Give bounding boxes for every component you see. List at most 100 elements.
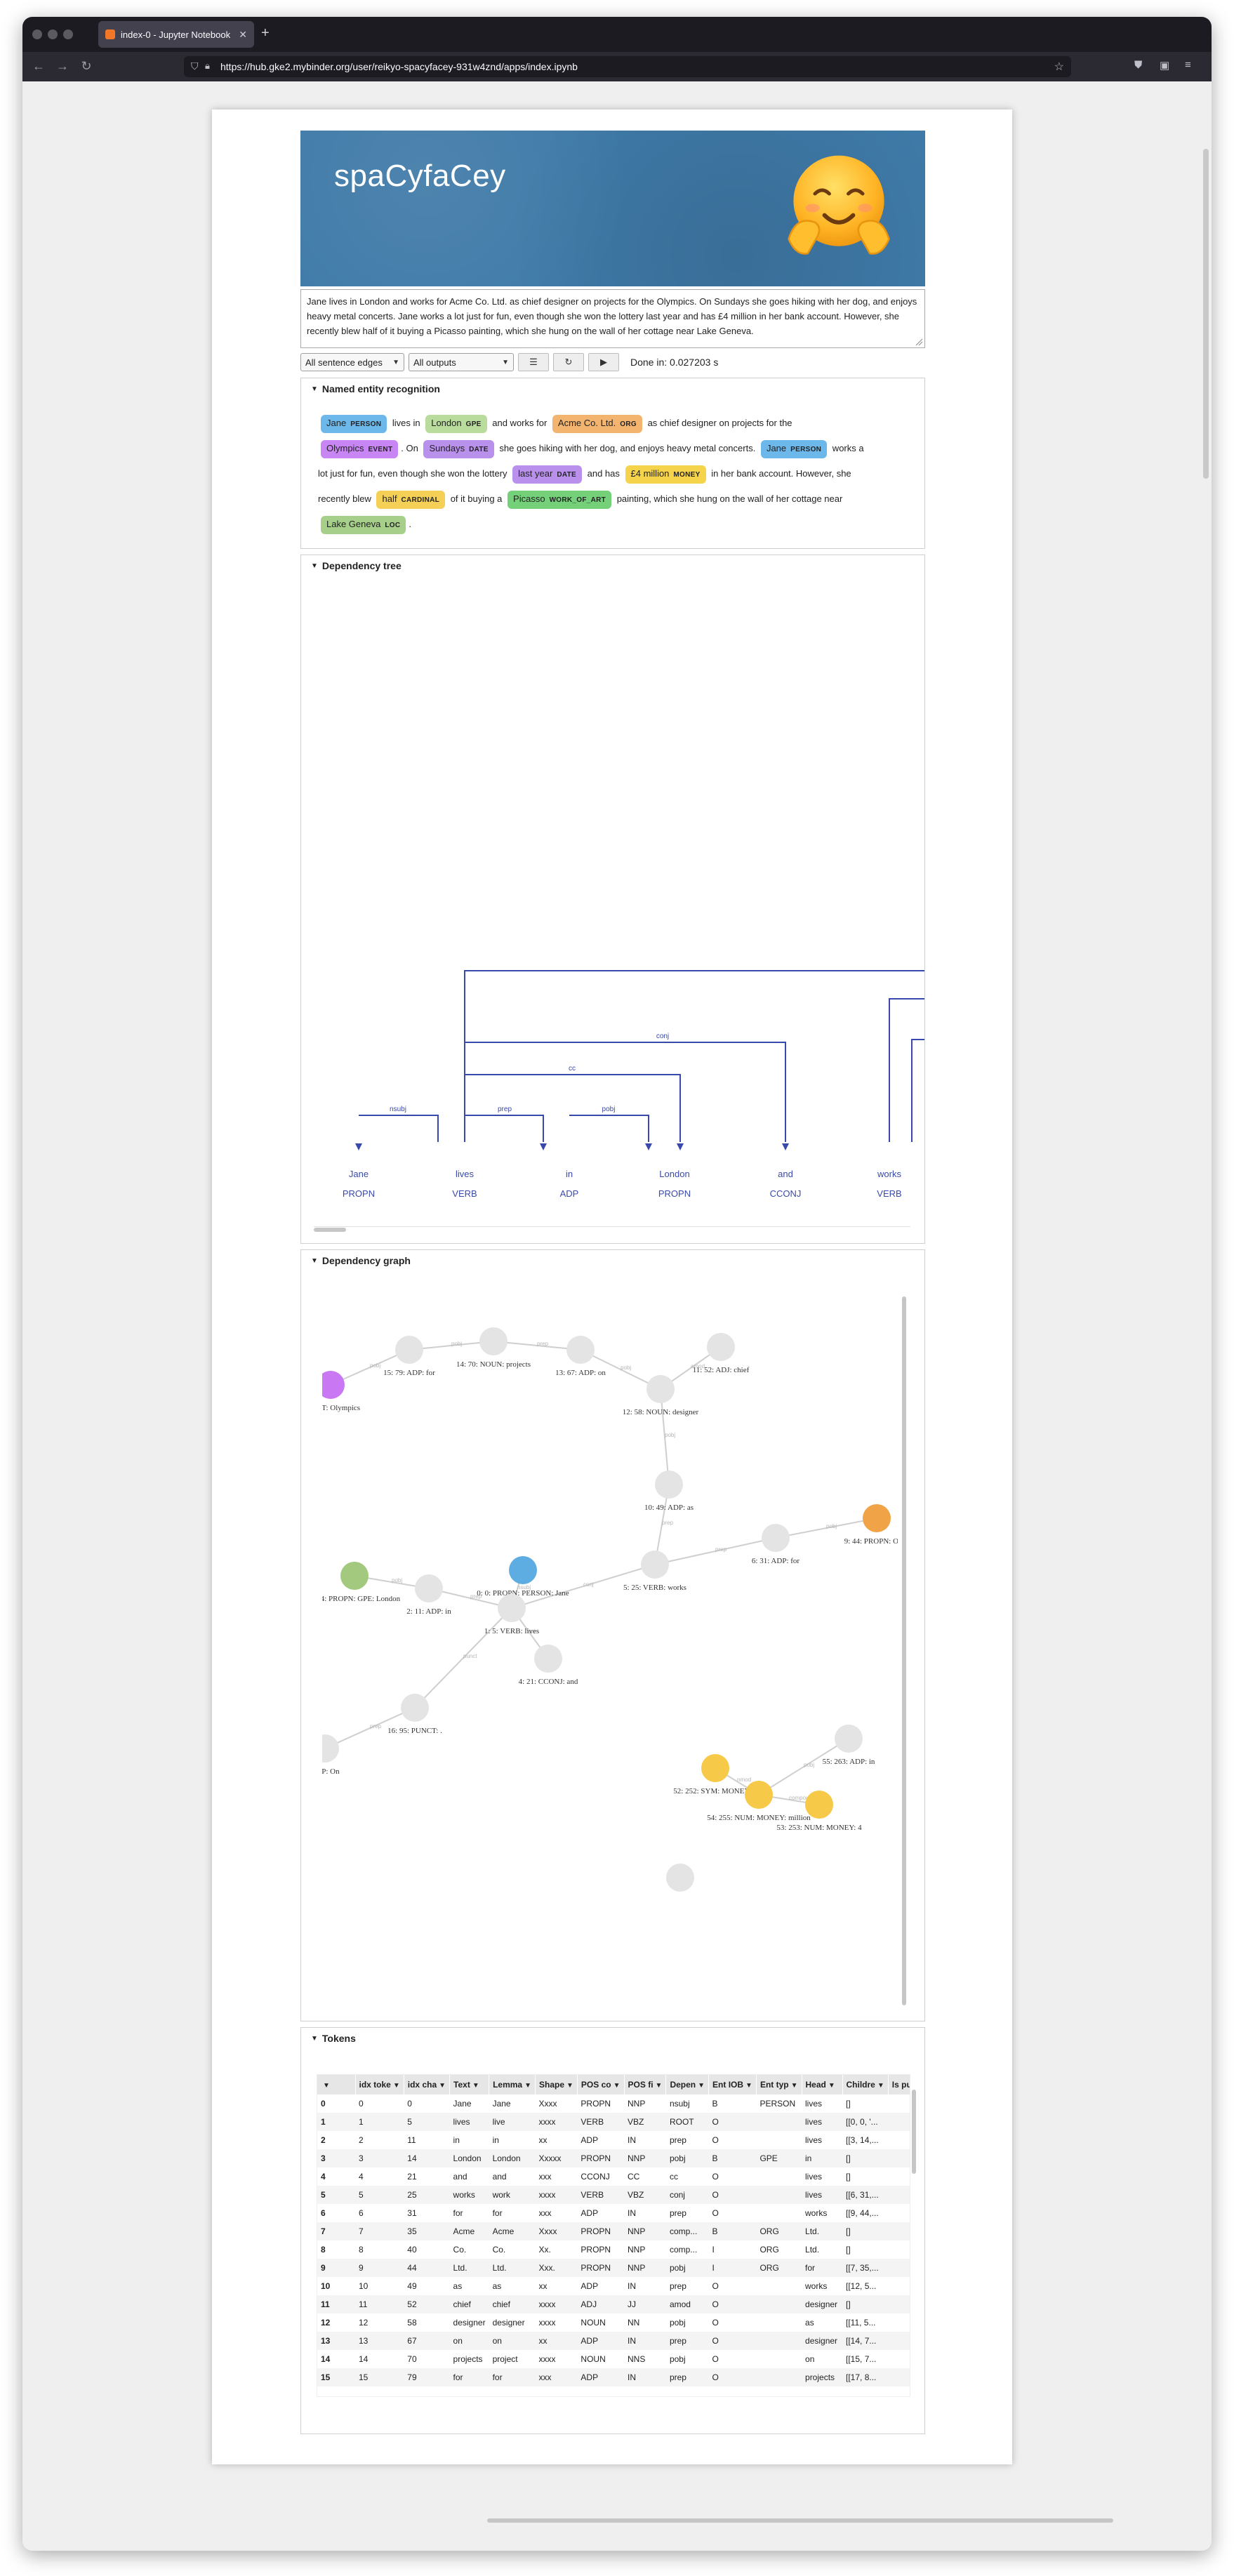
filter-icon[interactable]: ▼ xyxy=(439,2082,446,2090)
url-bar[interactable]: ⛉ 🔒︎ https://hub.gke2.mybinder.org/user/… xyxy=(184,56,1071,77)
bookmark-star-icon[interactable]: ☆ xyxy=(1054,60,1064,74)
extension-icon[interactable]: ▣ xyxy=(1160,59,1169,72)
table-row[interactable]: 1 1 5 lives live xxxx VERB VBZ ROOT Olives [[0, 0,… xyxy=(317,2113,910,2131)
graph-node[interactable] xyxy=(534,1645,562,1673)
table-vertical-scrollbar[interactable] xyxy=(912,2090,916,2174)
table-row[interactable]: 7 7 35 Acme Acme Xxxx PROPN NNP comp... B ORG Ltd.[… xyxy=(317,2222,910,2240)
filter-icon[interactable]: ▼ xyxy=(566,2082,573,2090)
table-row[interactable]: 11 11 52 chief chief xxxx ADJ JJ amod Odesigner[] xyxy=(317,2295,910,2313)
graph-node[interactable] xyxy=(322,1371,345,1399)
column-header[interactable]: Ent typ ▼ xyxy=(756,2075,802,2094)
column-header[interactable]: Ent IOB ▼ xyxy=(708,2075,757,2094)
graph-node[interactable] xyxy=(666,1864,694,1892)
page-scrollbar[interactable] xyxy=(1203,149,1209,479)
graph-node[interactable] xyxy=(498,1594,526,1622)
table-row[interactable]: 6 6 31 for for xxx ADP IN prep Oworks [[9, 44,... xyxy=(317,2204,910,2222)
column-header[interactable]: Shape ▼ xyxy=(535,2075,578,2094)
list-button[interactable]: ☰ xyxy=(518,353,549,371)
graph-node[interactable] xyxy=(509,1556,537,1584)
close-window-dot[interactable] xyxy=(32,29,42,39)
graph-canvas[interactable]: pobj prep pobj amod pobj prep prep pobj conj nsub… xyxy=(322,1309,898,2008)
graph-node[interactable] xyxy=(395,1336,423,1364)
graph-node[interactable] xyxy=(655,1470,683,1499)
filter-icon[interactable]: ▼ xyxy=(745,2082,752,2090)
new-tab-icon[interactable]: + xyxy=(261,25,270,41)
table-row[interactable]: 4 4 21 and and xxx CCONJ CC cc Olives[] xyxy=(317,2167,910,2186)
reload-icon[interactable]: ↻ xyxy=(79,59,94,74)
column-header[interactable]: Head ▼ xyxy=(802,2075,843,2094)
table-row[interactable]: 13 13 67 on on xx ADP IN prep Odesigner [[14, 7... xyxy=(317,2332,910,2350)
column-header[interactable]: idx cha ▼ xyxy=(404,2075,451,2094)
column-header[interactable]: POS co ▼ xyxy=(577,2075,625,2094)
table-row[interactable]: 5 5 25 works work xxxx VERB VBZ conj Olives [[6, 3… xyxy=(317,2186,910,2204)
filter-icon[interactable]: ▼ xyxy=(524,2082,531,2090)
shield-icon[interactable]: ⛉ xyxy=(191,60,199,72)
graph-node[interactable] xyxy=(566,1336,595,1364)
close-tab-icon[interactable]: ✕ xyxy=(239,29,247,41)
filter-icon[interactable]: ▼ xyxy=(393,2082,400,2090)
resize-handle-icon[interactable] xyxy=(915,338,923,346)
scroll-thumb[interactable] xyxy=(487,2518,1113,2523)
column-header[interactable]: Childre ▼ xyxy=(842,2075,889,2094)
filter-icon[interactable]: ▼ xyxy=(828,2082,835,2090)
filter-icon[interactable]: ▼ xyxy=(323,2082,330,2090)
filter-icon[interactable]: ▼ xyxy=(698,2082,705,2090)
dep-tree-toggle[interactable]: ▼ Dependency tree xyxy=(301,555,924,576)
ner-toggle[interactable]: ▼ Named entity recognition xyxy=(301,378,924,399)
dep-graph-toggle[interactable]: ▼ Dependency graph xyxy=(301,1250,924,1271)
column-header[interactable]: Text ▼ xyxy=(449,2075,490,2094)
run-button[interactable]: ▶ xyxy=(588,353,619,371)
graph-node[interactable] xyxy=(745,1781,773,1809)
column-header[interactable]: POS fi ▼ xyxy=(624,2075,667,2094)
graph-node[interactable] xyxy=(762,1524,790,1552)
minimize-window-dot[interactable] xyxy=(48,29,58,39)
page-horizontal-scrollbar[interactable] xyxy=(212,2518,1113,2523)
refresh-button[interactable]: ↻ xyxy=(553,353,584,371)
graph-node[interactable] xyxy=(479,1327,507,1355)
filter-icon[interactable]: ▼ xyxy=(791,2082,798,2090)
column-header[interactable]: Depen ▼ xyxy=(665,2075,710,2094)
graph-node[interactable] xyxy=(641,1551,669,1579)
column-header[interactable]: Lemma ▼ xyxy=(489,2075,536,2094)
graph-vertical-scrollbar[interactable] xyxy=(902,1296,906,2005)
text-input-area[interactable]: Jane lives in London and works for Acme … xyxy=(300,289,925,348)
table-row[interactable]: 0 0 0 Jane Jane Xxxx PROPN NNP nsubj B PERSON lives… xyxy=(317,2094,910,2113)
menu-icon[interactable]: ≡ xyxy=(1185,59,1191,71)
zoom-window-dot[interactable] xyxy=(63,29,73,39)
back-arrow-icon[interactable]: ← xyxy=(31,59,46,74)
browser-tab[interactable]: index-0 - Jupyter Notebook ✕ xyxy=(98,21,254,48)
graph-node[interactable] xyxy=(401,1694,429,1722)
table-row[interactable]: 10 10 49 as as xx ADP IN prep Oworks [[12, 5... xyxy=(317,2277,910,2295)
table-row[interactable]: 8 8 40 Co. Co. Xx. PROPN NNP comp... I ORG Ltd.[] xyxy=(317,2240,910,2259)
graph-node[interactable] xyxy=(863,1504,891,1532)
graph-node[interactable] xyxy=(646,1375,675,1403)
column-header[interactable]: Is punc▼ xyxy=(888,2075,910,2094)
dep-tree-horizontal-scrollbar[interactable] xyxy=(314,1226,910,1232)
filter-icon[interactable]: ▼ xyxy=(656,2082,663,2090)
column-header[interactable]: idx toke ▼ xyxy=(355,2075,404,2094)
table-row[interactable]: 15 15 79 for for xxx ADP IN prep Oprojects [[17, 8… xyxy=(317,2368,910,2386)
graph-node[interactable] xyxy=(707,1333,735,1361)
table-row[interactable]: 3 3 14 London London Xxxxx PROPN NNP pobj B GPE in[… xyxy=(317,2149,910,2167)
table-row[interactable]: 2 2 11 in in xx ADP IN prep Olives [[3, 14,... xyxy=(317,2131,910,2149)
scroll-thumb[interactable] xyxy=(314,1228,346,1232)
filter-icon[interactable]: ▼ xyxy=(877,2082,884,2090)
graph-node[interactable] xyxy=(835,1725,863,1753)
column-header[interactable]: ▼ xyxy=(317,2075,356,2094)
table-row[interactable]: 14 14 70 projects project xxxx NOUN NNS pobj Oon[… xyxy=(317,2350,910,2368)
edge-select-dropdown[interactable]: All sentence edges ▼ xyxy=(300,353,404,371)
lock-icon[interactable]: 🔒︎ xyxy=(205,60,210,72)
tokens-toggle[interactable]: ▼ Tokens xyxy=(301,2028,924,2049)
graph-node[interactable] xyxy=(340,1562,369,1590)
table-row[interactable]: 9 9 44 Ltd. Ltd. Xxx. PROPN NNP pobj I ORG for [[7, … xyxy=(317,2259,910,2277)
pocket-icon[interactable]: ⛊ xyxy=(1134,59,1142,71)
graph-node[interactable] xyxy=(415,1574,443,1602)
graph-node[interactable] xyxy=(701,1754,729,1782)
graph-node[interactable] xyxy=(805,1791,833,1819)
filter-icon[interactable]: ▼ xyxy=(613,2082,621,2090)
forward-arrow-icon[interactable]: → xyxy=(55,59,70,74)
graph-node[interactable] xyxy=(322,1734,339,1762)
table-row[interactable]: 12 12 58 designer designer xxxx NOUN NN pobj Oas[… xyxy=(317,2313,910,2332)
output-select-dropdown[interactable]: All outputs ▼ xyxy=(409,353,514,371)
filter-icon[interactable]: ▼ xyxy=(472,2082,479,2090)
